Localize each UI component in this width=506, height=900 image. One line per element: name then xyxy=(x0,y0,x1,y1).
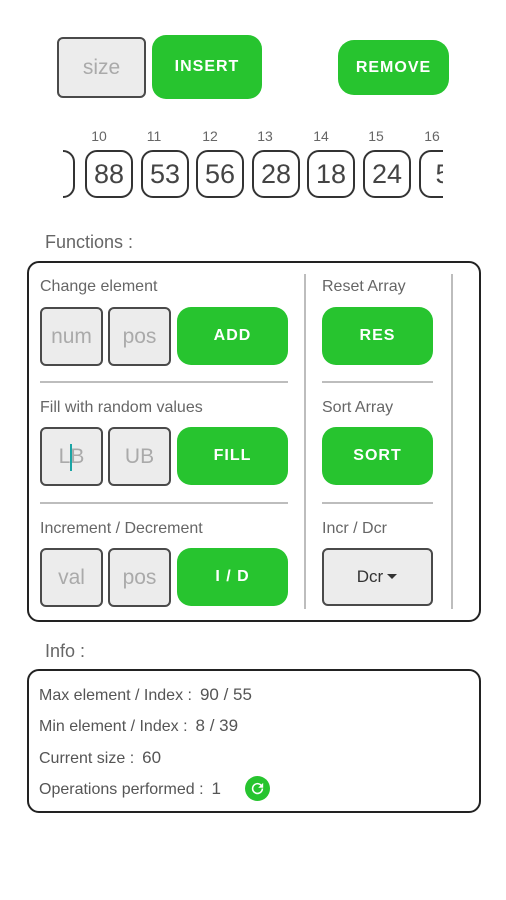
array-cell: 18 xyxy=(307,150,355,198)
sort-button[interactable]: SORT xyxy=(322,427,433,485)
array-strip[interactable]: 10 11 12 13 14 15 16 8 88 53 56 28 18 24… xyxy=(63,120,443,210)
reset-array-title: Reset Array xyxy=(322,278,406,295)
array-cell: 56 xyxy=(196,150,244,198)
array-index: 10 xyxy=(91,128,107,144)
max-element-row: Max element / Index : 90 / 55 xyxy=(39,685,252,705)
refresh-icon[interactable] xyxy=(245,776,270,801)
operations-value: 1 xyxy=(211,779,221,798)
remove-button[interactable]: REMOVE xyxy=(338,40,449,95)
array-index: 12 xyxy=(202,128,218,144)
min-element-label: Min element / Index : xyxy=(39,718,188,735)
array-index: 13 xyxy=(257,128,273,144)
current-size-label: Current size : xyxy=(39,750,135,767)
array-index: 11 xyxy=(146,128,162,144)
ub-input[interactable]: UB xyxy=(108,427,171,486)
info-heading: Info : xyxy=(45,641,86,661)
incr-dcr-dropdown[interactable]: Dcr xyxy=(322,548,433,606)
functions-heading: Functions : xyxy=(45,232,134,252)
array-cell: 5 xyxy=(419,150,443,198)
val-input[interactable]: val xyxy=(40,548,103,607)
array-cell: 88 xyxy=(85,150,133,198)
array-index: 16 xyxy=(424,128,440,144)
incr-decr-title: Increment / Decrement xyxy=(40,520,203,537)
divider xyxy=(322,502,433,504)
pos-input[interactable]: pos xyxy=(108,307,171,366)
panel-divider xyxy=(304,274,306,609)
incr-dcr-select-title: Incr / Dcr xyxy=(322,520,387,537)
insert-button[interactable]: INSERT xyxy=(152,35,262,99)
sort-array-title: Sort Array xyxy=(322,399,394,416)
fill-button[interactable]: FILL xyxy=(177,427,288,485)
array-cell: 8 xyxy=(63,150,75,198)
add-button[interactable]: ADD xyxy=(177,307,288,365)
divider xyxy=(322,381,433,383)
num-input[interactable]: num xyxy=(40,307,103,366)
change-element-title: Change element xyxy=(40,278,158,295)
max-element-value: 90 / 55 xyxy=(199,685,252,704)
dropdown-value: Dcr xyxy=(356,567,384,586)
caret-down-icon xyxy=(387,574,398,579)
array-index: 15 xyxy=(368,128,384,144)
array-cell: 53 xyxy=(141,150,189,198)
array-index: 14 xyxy=(313,128,329,144)
array-cell: 24 xyxy=(363,150,411,198)
pos-input-incr[interactable]: pos xyxy=(108,548,171,607)
incr-decr-button[interactable]: I / D xyxy=(177,548,288,606)
divider xyxy=(40,381,288,383)
size-input[interactable]: size xyxy=(57,37,146,98)
min-element-row: Min element / Index : 8 / 39 xyxy=(39,716,238,736)
reset-button[interactable]: RES xyxy=(322,307,433,365)
current-size-value: 60 xyxy=(142,748,162,767)
operations-label: Operations performed : xyxy=(39,781,204,798)
lb-input[interactable]: LB xyxy=(40,427,103,486)
current-size-row: Current size : 60 xyxy=(39,748,161,768)
divider xyxy=(40,502,288,504)
fill-random-title: Fill with random values xyxy=(40,399,203,416)
operations-row: Operations performed : 1 xyxy=(39,779,221,799)
array-cell: 28 xyxy=(252,150,300,198)
panel-divider xyxy=(451,274,453,609)
max-element-label: Max element / Index : xyxy=(39,687,192,704)
text-cursor xyxy=(70,444,72,471)
min-element-value: 8 / 39 xyxy=(195,716,239,735)
